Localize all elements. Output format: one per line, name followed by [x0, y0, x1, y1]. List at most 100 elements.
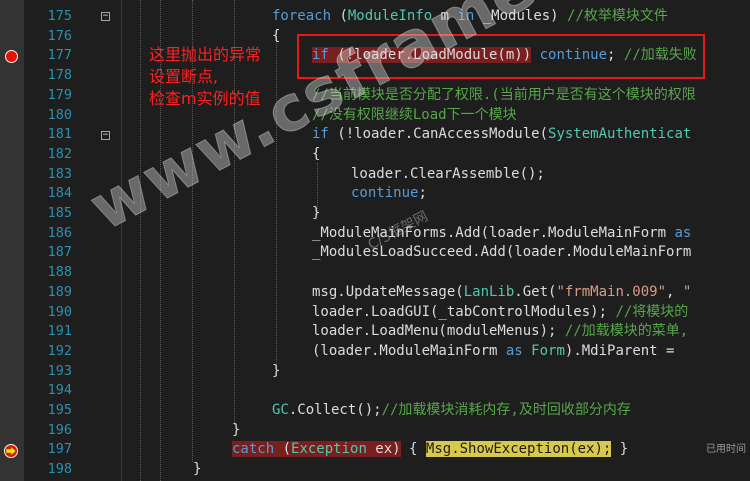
code-token: "frmMain.009" — [556, 283, 667, 300]
line-number: 192 — [47, 342, 72, 359]
perf-tip: 已用时间 — [706, 444, 746, 455]
code-token: msg.UpdateMessage( — [312, 283, 464, 300]
code-token: } — [272, 362, 281, 379]
line-number: 190 — [47, 303, 72, 320]
code-line[interactable]: 181 if (!loader.CanAccessModule(SystemAut… — [0, 125, 750, 145]
code-token: GC — [272, 402, 289, 418]
code-token: } — [611, 441, 629, 458]
code-token: { — [272, 27, 281, 44]
line-number: 185 — [47, 205, 72, 221]
code-token: .Get( — [514, 283, 557, 300]
code-text[interactable]: continue; — [351, 184, 427, 204]
code-token: SystemAuthenticat — [548, 126, 692, 143]
code-text[interactable]: } — [272, 362, 280, 382]
code-line[interactable]: 198} — [0, 460, 750, 480]
code-token: loader.LoadGUI(_tabControlModules); — [312, 303, 616, 320]
line-number: 188 — [47, 264, 72, 281]
code-text[interactable]: catch (Exception ex) { Msg.ShowException… — [232, 440, 628, 460]
line-number: 181 — [47, 126, 72, 143]
line-number: 175 — [47, 8, 72, 24]
code-line[interactable]: 191 loader.LoadMenu(moduleMenus); //加载模块的… — [0, 322, 750, 342]
code-line[interactable]: 188 — [0, 263, 750, 283]
code-token: } — [312, 205, 321, 221]
code-text[interactable]: loader.LoadGUI(_tabControlModules); //将模… — [312, 303, 688, 323]
code-token: ( — [331, 8, 348, 24]
code-token: Msg — [425, 441, 452, 458]
code-line[interactable]: 190 loader.LoadGUI(_tabControlModules); /… — [0, 303, 750, 323]
code-token: //枚举模块文件 — [567, 8, 668, 24]
line-number: 195 — [47, 402, 72, 418]
code-text[interactable]: msg.UpdateMessage(LanLib.Get("frmMain.00… — [312, 283, 691, 303]
code-text[interactable]: (loader.ModuleMainForm as Form).MdiParen… — [312, 342, 683, 362]
code-token: Form — [531, 342, 565, 359]
code-token: //将模块的 — [615, 303, 689, 320]
code-token: ( — [274, 441, 292, 458]
code-token: (!loader.CanAccessModule( — [328, 126, 549, 143]
line-number: 176 — [47, 27, 72, 44]
line-number: 186 — [47, 224, 72, 241]
collapse-toggle[interactable]: − — [101, 12, 110, 21]
line-number: 184 — [47, 185, 72, 202]
collapse-toggle[interactable]: − — [101, 131, 110, 140]
code-line[interactable]: 193} — [0, 362, 750, 382]
code-text[interactable]: loader.LoadMenu(moduleMenus); //加载模块的菜单, — [312, 322, 688, 342]
line-number: 179 — [47, 86, 72, 103]
code-token: ).MdiParent = — [564, 342, 683, 359]
line-number: 191 — [47, 323, 72, 340]
code-text[interactable]: } — [193, 460, 201, 480]
code-token: .ShowException(ex); — [451, 441, 612, 458]
line-number: 187 — [47, 244, 72, 261]
line-number: 194 — [47, 382, 72, 399]
code-editor[interactable]: 175 foreach (ModuleInfo m in _Modules) //… — [0, 0, 750, 481]
code-token: as — [505, 342, 523, 359]
code-token: Exception — [291, 441, 367, 458]
line-number: 180 — [47, 106, 72, 123]
code-line[interactable]: 192 (loader.ModuleMainForm as Form).MdiPa… — [0, 342, 750, 362]
code-token: //加载模块消耗内存,及时回收部分内存 — [381, 402, 631, 418]
line-number: 198 — [47, 461, 72, 478]
code-text[interactable]: { — [272, 27, 280, 47]
code-text[interactable]: loader.ClearAssemble(); — [351, 165, 545, 185]
code-line[interactable]: 194 — [0, 381, 750, 401]
code-token: //加载模块的菜单, — [564, 323, 689, 340]
line-number: 183 — [47, 165, 72, 182]
code-token: catch — [232, 441, 275, 458]
annotation-line: 这里抛出的异常 — [149, 45, 262, 64]
code-token: { — [400, 441, 426, 458]
code-text[interactable]: } — [232, 421, 240, 441]
code-token: LanLib — [463, 283, 515, 300]
code-token: continue — [351, 185, 419, 202]
code-token: (loader.ModuleMainForm — [312, 342, 506, 359]
code-line[interactable]: 180//没有权限继续Load下一个模块 — [0, 106, 750, 126]
annotation-line: 设置断点, — [149, 67, 219, 86]
code-token: as — [674, 224, 692, 241]
code-line[interactable]: 189 msg.UpdateMessage(LanLib.Get("frmMain… — [0, 283, 750, 303]
code-text[interactable]: { — [312, 145, 320, 165]
code-text[interactable]: if (!loader.CanAccessModule(SystemAuthen… — [312, 125, 691, 145]
code-line[interactable]: 196} — [0, 421, 750, 441]
code-text[interactable]: GC.Collect();//加载模块消耗内存,及时回收部分内存 — [272, 401, 631, 421]
code-line[interactable]: 197 catch (Exception ex) { Msg.ShowExcept… — [0, 440, 750, 460]
code-token: } — [232, 421, 241, 438]
line-number: 193 — [47, 362, 72, 379]
code-token: loader.ClearAssemble(); — [351, 165, 545, 182]
code-token: .Collect(); — [288, 402, 382, 418]
line-number: 189 — [47, 283, 72, 300]
code-line[interactable]: 195 GC.Collect();//加载模块消耗内存,及时回收部分内存 — [0, 401, 750, 421]
line-number: 196 — [47, 421, 72, 438]
code-token: ex) — [366, 441, 401, 458]
line-number: 177 — [47, 47, 72, 64]
line-number: 182 — [47, 145, 72, 162]
code-token: foreach — [272, 8, 332, 24]
line-number: 197 — [47, 441, 72, 458]
code-token: loader.LoadMenu(moduleMenus); — [312, 323, 565, 340]
current-statement-arrow-icon[interactable] — [3, 444, 19, 458]
code-token: { — [312, 145, 321, 162]
code-text[interactable]: } — [312, 204, 320, 224]
code-token: } — [193, 461, 202, 478]
line-number: 178 — [47, 67, 72, 84]
code-token: , — [666, 283, 683, 300]
breakpoint-icon[interactable] — [5, 50, 18, 63]
code-token: ; — [418, 185, 427, 202]
